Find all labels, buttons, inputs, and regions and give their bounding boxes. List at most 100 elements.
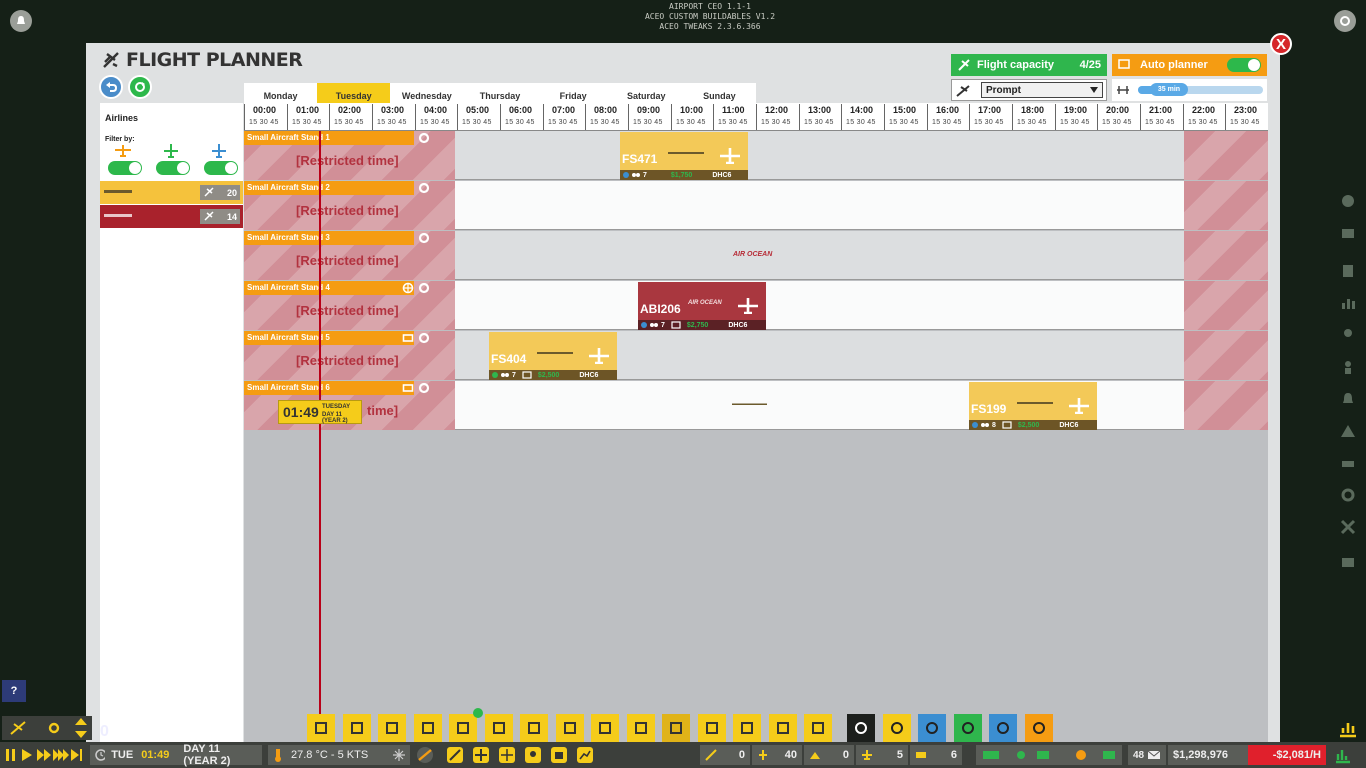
airline-row[interactable]: 20 xyxy=(100,181,243,204)
mode-dropdown[interactable]: Prompt xyxy=(981,82,1103,98)
flight-block-abi206[interactable]: AIR OCEAN ABI206 7 $2,750 DHC6 xyxy=(638,282,766,330)
time-slider-panel: 35 min xyxy=(1112,79,1267,101)
maintenance-button[interactable] xyxy=(989,714,1017,742)
medium-filter-toggle[interactable] xyxy=(156,161,190,175)
vehicles-overview-button[interactable] xyxy=(1024,714,1053,742)
runway-count-icon xyxy=(705,749,717,761)
build-security-button[interactable] xyxy=(555,714,584,742)
decoration-icon xyxy=(776,722,789,734)
flight-overlay-icon[interactable] xyxy=(498,746,516,764)
person-icon[interactable] xyxy=(1337,356,1359,378)
flight-block-fs404[interactable]: FS404 7 $2,500 DHC6 xyxy=(489,332,617,380)
monitor-icon[interactable] xyxy=(1337,552,1359,574)
grid-overlay-icon[interactable] xyxy=(472,746,490,764)
small-filter-toggle[interactable] xyxy=(108,161,142,175)
stand-row[interactable]: Small Aircraft Stand 3 [Restricted time]… xyxy=(244,231,1268,280)
airlines-sidebar: Airlines Filter by: 20 14 xyxy=(100,103,243,743)
runway-status-icon[interactable] xyxy=(416,746,434,764)
staff-icon[interactable] xyxy=(1337,324,1359,346)
settings-gear-icon[interactable] xyxy=(46,721,62,735)
skip-icon[interactable] xyxy=(70,746,84,764)
flight-block-fs199[interactable]: FS199 8 $2,500 DHC6 xyxy=(969,382,1097,430)
stand-row[interactable]: Small Aircraft Stand 2 [Restricted time] xyxy=(244,181,1268,230)
refresh-button[interactable] xyxy=(128,75,152,99)
stats-overlay-icon[interactable] xyxy=(576,746,594,764)
mail-icon[interactable] xyxy=(1337,222,1359,244)
time-gap-slider[interactable]: 35 min xyxy=(1138,83,1263,96)
security-shield-button[interactable] xyxy=(918,714,946,742)
stand-settings-gear-icon[interactable] xyxy=(418,132,430,144)
report-icon[interactable] xyxy=(1337,260,1359,282)
runway-icon[interactable] xyxy=(10,721,26,735)
cog-icon[interactable] xyxy=(1337,484,1359,506)
tab-wednesday[interactable]: Wednesday xyxy=(390,83,463,103)
eco-button[interactable] xyxy=(953,714,982,742)
stand-settings-gear-icon[interactable] xyxy=(418,282,430,294)
auto-planner-toggle[interactable] xyxy=(1227,58,1261,72)
globe-icon[interactable] xyxy=(1337,190,1359,212)
build-baggage-button[interactable] xyxy=(449,714,477,742)
flight-block-fs471[interactable]: FS471 7 $1,750 DHC6 xyxy=(620,132,748,180)
fast-forward-icon[interactable] xyxy=(36,746,52,764)
hour-tick xyxy=(1225,104,1226,130)
faster-forward-icon[interactable] xyxy=(53,746,69,764)
zoom-arrows-icon[interactable] xyxy=(74,718,88,738)
notification-bell-icon[interactable] xyxy=(10,10,32,32)
undo-button[interactable] xyxy=(99,75,123,99)
hour-label: 15:00 xyxy=(893,105,917,115)
hour-label: 11:00 xyxy=(722,105,745,115)
vehicle-icon[interactable] xyxy=(1337,452,1359,474)
statistics-icon[interactable] xyxy=(1338,718,1358,738)
staff-overlay-icon[interactable] xyxy=(524,746,542,764)
build-staff-button[interactable] xyxy=(484,714,513,742)
tab-sunday[interactable]: Sunday xyxy=(683,83,756,103)
tab-thursday[interactable]: Thursday xyxy=(463,83,536,103)
build-misc-button[interactable] xyxy=(804,714,832,742)
build-conveyor-button[interactable] xyxy=(733,714,761,742)
build-vehicles-button[interactable] xyxy=(378,714,406,742)
restricted-time-label: time] xyxy=(367,403,399,418)
stand-row[interactable]: Small Aircraft Stand 6 time] ▬▬▬▬▬▬▬ xyxy=(244,381,1268,430)
build-finance-button[interactable] xyxy=(697,714,726,742)
build-aircraft-stands-button[interactable] xyxy=(413,714,442,742)
large-filter-toggle[interactable] xyxy=(204,161,238,175)
stand-settings-gear-icon[interactable] xyxy=(418,232,430,244)
mail-counter[interactable]: 48 xyxy=(1128,745,1166,765)
help-button[interactable]: ? xyxy=(2,680,26,702)
stats-icon[interactable] xyxy=(1337,292,1359,314)
finance-chart-icon[interactable] xyxy=(1334,746,1352,764)
build-food-button[interactable] xyxy=(662,714,690,742)
build-zoning-button[interactable] xyxy=(342,714,371,742)
stand-settings-gear-icon[interactable] xyxy=(418,182,430,194)
tab-saturday[interactable]: Saturday xyxy=(610,83,683,103)
build-transit-button[interactable] xyxy=(591,714,619,742)
stand-settings-gear-icon[interactable] xyxy=(418,332,430,344)
stand-row[interactable]: Small Aircraft Stand 1 [Restricted time] xyxy=(244,131,1268,180)
alert-icon[interactable] xyxy=(1337,420,1359,442)
tab-friday[interactable]: Friday xyxy=(537,83,610,103)
stand-row[interactable]: Small Aircraft Stand 5 [Restricted time] xyxy=(244,331,1268,380)
build-passenger-services-button[interactable] xyxy=(520,714,548,742)
play-icon[interactable] xyxy=(19,746,35,764)
zone-overlay-icon[interactable] xyxy=(446,746,464,764)
aircraft-count-icon xyxy=(862,750,872,760)
hour-tick xyxy=(1140,104,1141,130)
tools-icon[interactable] xyxy=(1337,516,1359,538)
build-decoration-button[interactable] xyxy=(768,714,797,742)
baggage-overlay-icon[interactable] xyxy=(550,746,568,764)
pause-icon[interactable] xyxy=(4,746,18,764)
tab-tuesday[interactable]: Tuesday xyxy=(317,83,391,103)
build-shops-button[interactable] xyxy=(626,714,655,742)
security-icon xyxy=(563,722,576,734)
close-button[interactable]: X xyxy=(1270,33,1292,55)
search-button[interactable] xyxy=(847,714,875,742)
tab-monday[interactable]: Monday xyxy=(244,83,317,103)
hour-label: 00:00 xyxy=(253,105,277,115)
flight-plan-button[interactable] xyxy=(882,714,911,742)
bell-icon[interactable] xyxy=(1337,388,1359,410)
stand-settings-gear-icon[interactable] xyxy=(418,382,430,394)
build-foundation-button[interactable] xyxy=(307,714,335,742)
finance-icon xyxy=(705,722,718,734)
settings-gear-icon[interactable] xyxy=(1334,10,1356,32)
airline-row[interactable]: 14 xyxy=(100,205,243,228)
